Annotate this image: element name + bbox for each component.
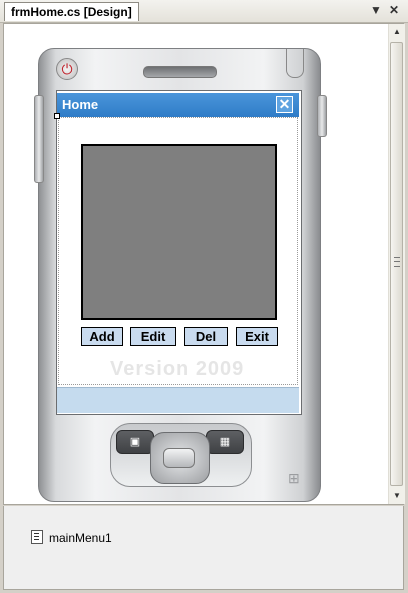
- chevron-down-icon[interactable]: ▼: [370, 3, 382, 17]
- close-icon[interactable]: ✕: [276, 96, 293, 113]
- speaker-grille: [143, 66, 217, 78]
- device-side-button-left: [34, 95, 44, 183]
- scrollbar-thumb[interactable]: [390, 42, 403, 486]
- form-title: Home: [62, 97, 99, 112]
- power-icon: ⏻: [56, 58, 78, 80]
- calendar-softkey-icon: ▣: [116, 430, 154, 454]
- vertical-scrollbar[interactable]: ▲ ▼: [388, 24, 405, 504]
- tray-item-label: mainMenu1: [49, 531, 112, 545]
- selection-handle[interactable]: [54, 113, 60, 119]
- tray-item-mainmenu[interactable]: mainMenu1: [31, 530, 112, 545]
- windows-logo-icon: ⊞: [288, 470, 300, 486]
- stylus-slot: [286, 49, 304, 78]
- menu-component-icon: [31, 530, 43, 544]
- device-side-button-right: [317, 95, 327, 137]
- form-titlebar[interactable]: Home ✕: [57, 93, 299, 117]
- component-tray: mainMenu1: [3, 506, 404, 590]
- grip-icon: [394, 257, 400, 267]
- document-tab-strip: frmHome.cs [Design] ▼ ✕: [0, 0, 408, 23]
- close-icon[interactable]: ✕: [389, 3, 399, 17]
- del-button[interactable]: Del: [184, 327, 228, 346]
- main-menu-bar[interactable]: [57, 387, 299, 413]
- scroll-down-icon[interactable]: ▼: [389, 488, 405, 504]
- document-tab[interactable]: frmHome.cs [Design]: [4, 2, 139, 21]
- dpad-center-button: [163, 448, 195, 468]
- edit-button[interactable]: Edit: [130, 327, 176, 346]
- add-button[interactable]: Add: [81, 327, 123, 346]
- picture-box[interactable]: [81, 144, 277, 320]
- contacts-softkey-icon: ▦: [206, 430, 244, 454]
- document-tab-label: frmHome.cs [Design]: [11, 5, 132, 19]
- exit-button[interactable]: Exit: [236, 327, 278, 346]
- scroll-up-icon[interactable]: ▲: [389, 24, 405, 40]
